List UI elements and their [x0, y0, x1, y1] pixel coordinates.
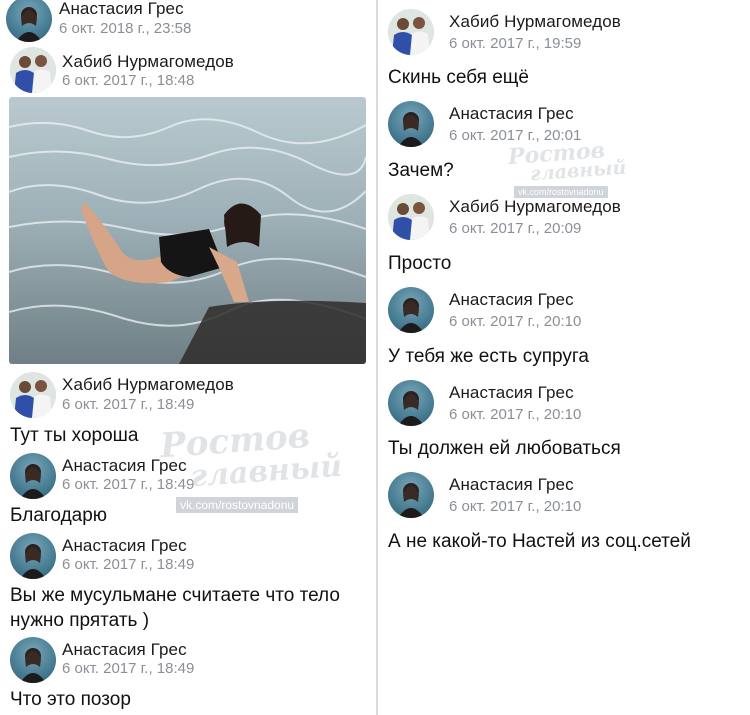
message-author[interactable]: Хабиб Нурмагомедов [62, 375, 234, 395]
message-time[interactable]: 6 окт. 2017 г., 18:48 [62, 72, 194, 89]
avatar-anastasia[interactable] [388, 380, 434, 426]
avatar-anastasia[interactable] [388, 472, 434, 518]
message-author[interactable]: Анастасия Грес [449, 290, 574, 310]
message-time[interactable]: 6 окт. 2017 г., 18:49 [62, 660, 194, 677]
watermark: Ростов главный vk.com/rostovnadonu [507, 137, 628, 200]
avatar-khabib[interactable] [10, 372, 56, 418]
message-text: У тебя же есть супруга [388, 346, 589, 367]
message-time[interactable]: 6 окт. 2017 г., 20:01 [449, 127, 581, 144]
message-time[interactable]: 6 окт. 2017 г., 18:49 [62, 476, 194, 493]
message-text: Зачем? [388, 160, 454, 181]
message-time[interactable]: 6 окт. 2017 г., 20:10 [449, 498, 581, 515]
message-text: Вы же мусульмане считаете что тело нужно… [10, 585, 340, 631]
message-time[interactable]: 6 окт. 2017 г., 20:10 [449, 406, 581, 423]
message-time[interactable]: 6 окт. 2017 г., 19:59 [449, 35, 581, 52]
message-author[interactable]: Анастасия Грес [62, 456, 187, 476]
message-text: Благодарю [10, 505, 108, 526]
column-divider [376, 0, 378, 715]
avatar-anastasia[interactable] [10, 533, 56, 579]
message-author[interactable]: Анастасия Грес [62, 640, 187, 660]
message-author[interactable]: Хабиб Нурмагомедов [449, 197, 621, 217]
watermark: Ростов главный vk.com/rostovnadonu [159, 416, 344, 514]
message-time[interactable]: 6 окт. 2017 г., 20:10 [449, 313, 581, 330]
avatar-khabib[interactable] [10, 47, 56, 93]
message-text: Тут ты хороша [10, 425, 139, 446]
message-time[interactable]: 6 окт. 2018 г., 23:58 [59, 20, 191, 37]
message-time[interactable]: 6 окт. 2017 г., 18:49 [62, 396, 194, 413]
avatar-anastasia[interactable] [10, 453, 56, 499]
message-text: Скинь себя ещё [388, 67, 529, 88]
message-time[interactable]: 6 окт. 2017 г., 20:09 [449, 220, 581, 237]
message-author[interactable]: Анастасия Грес [449, 383, 574, 403]
watermark-logo-sub: главный [188, 448, 344, 495]
watermark-logo-sub: главный [529, 156, 628, 186]
attached-photo[interactable] [9, 97, 366, 364]
message-author[interactable]: Анастасия Грес [449, 475, 574, 495]
avatar-anastasia[interactable] [388, 101, 434, 147]
message-text: А не какой-то Настей из соц.сетей [388, 531, 691, 552]
avatar-anastasia[interactable] [6, 0, 52, 42]
avatar-anastasia[interactable] [388, 287, 434, 333]
message-text: Что это позор [10, 689, 131, 710]
message-author[interactable]: Хабиб Нурмагомедов [449, 12, 621, 32]
message-author[interactable]: Анастасия Грес [449, 104, 574, 124]
avatar-khabib[interactable] [388, 194, 434, 240]
avatar-khabib[interactable] [388, 9, 434, 55]
message-text: Ты должен ей любоваться [388, 438, 621, 459]
avatar-anastasia[interactable] [10, 637, 56, 683]
message-author[interactable]: Хабиб Нурмагомедов [62, 52, 234, 72]
message-text: Просто [388, 253, 452, 274]
watermark-url: vk.com/rostovnadonu [176, 497, 299, 513]
message-author[interactable]: Анастасия Грес [59, 0, 184, 19]
message-author[interactable]: Анастасия Грес [62, 536, 187, 556]
message-time[interactable]: 6 окт. 2017 г., 18:49 [62, 556, 194, 573]
